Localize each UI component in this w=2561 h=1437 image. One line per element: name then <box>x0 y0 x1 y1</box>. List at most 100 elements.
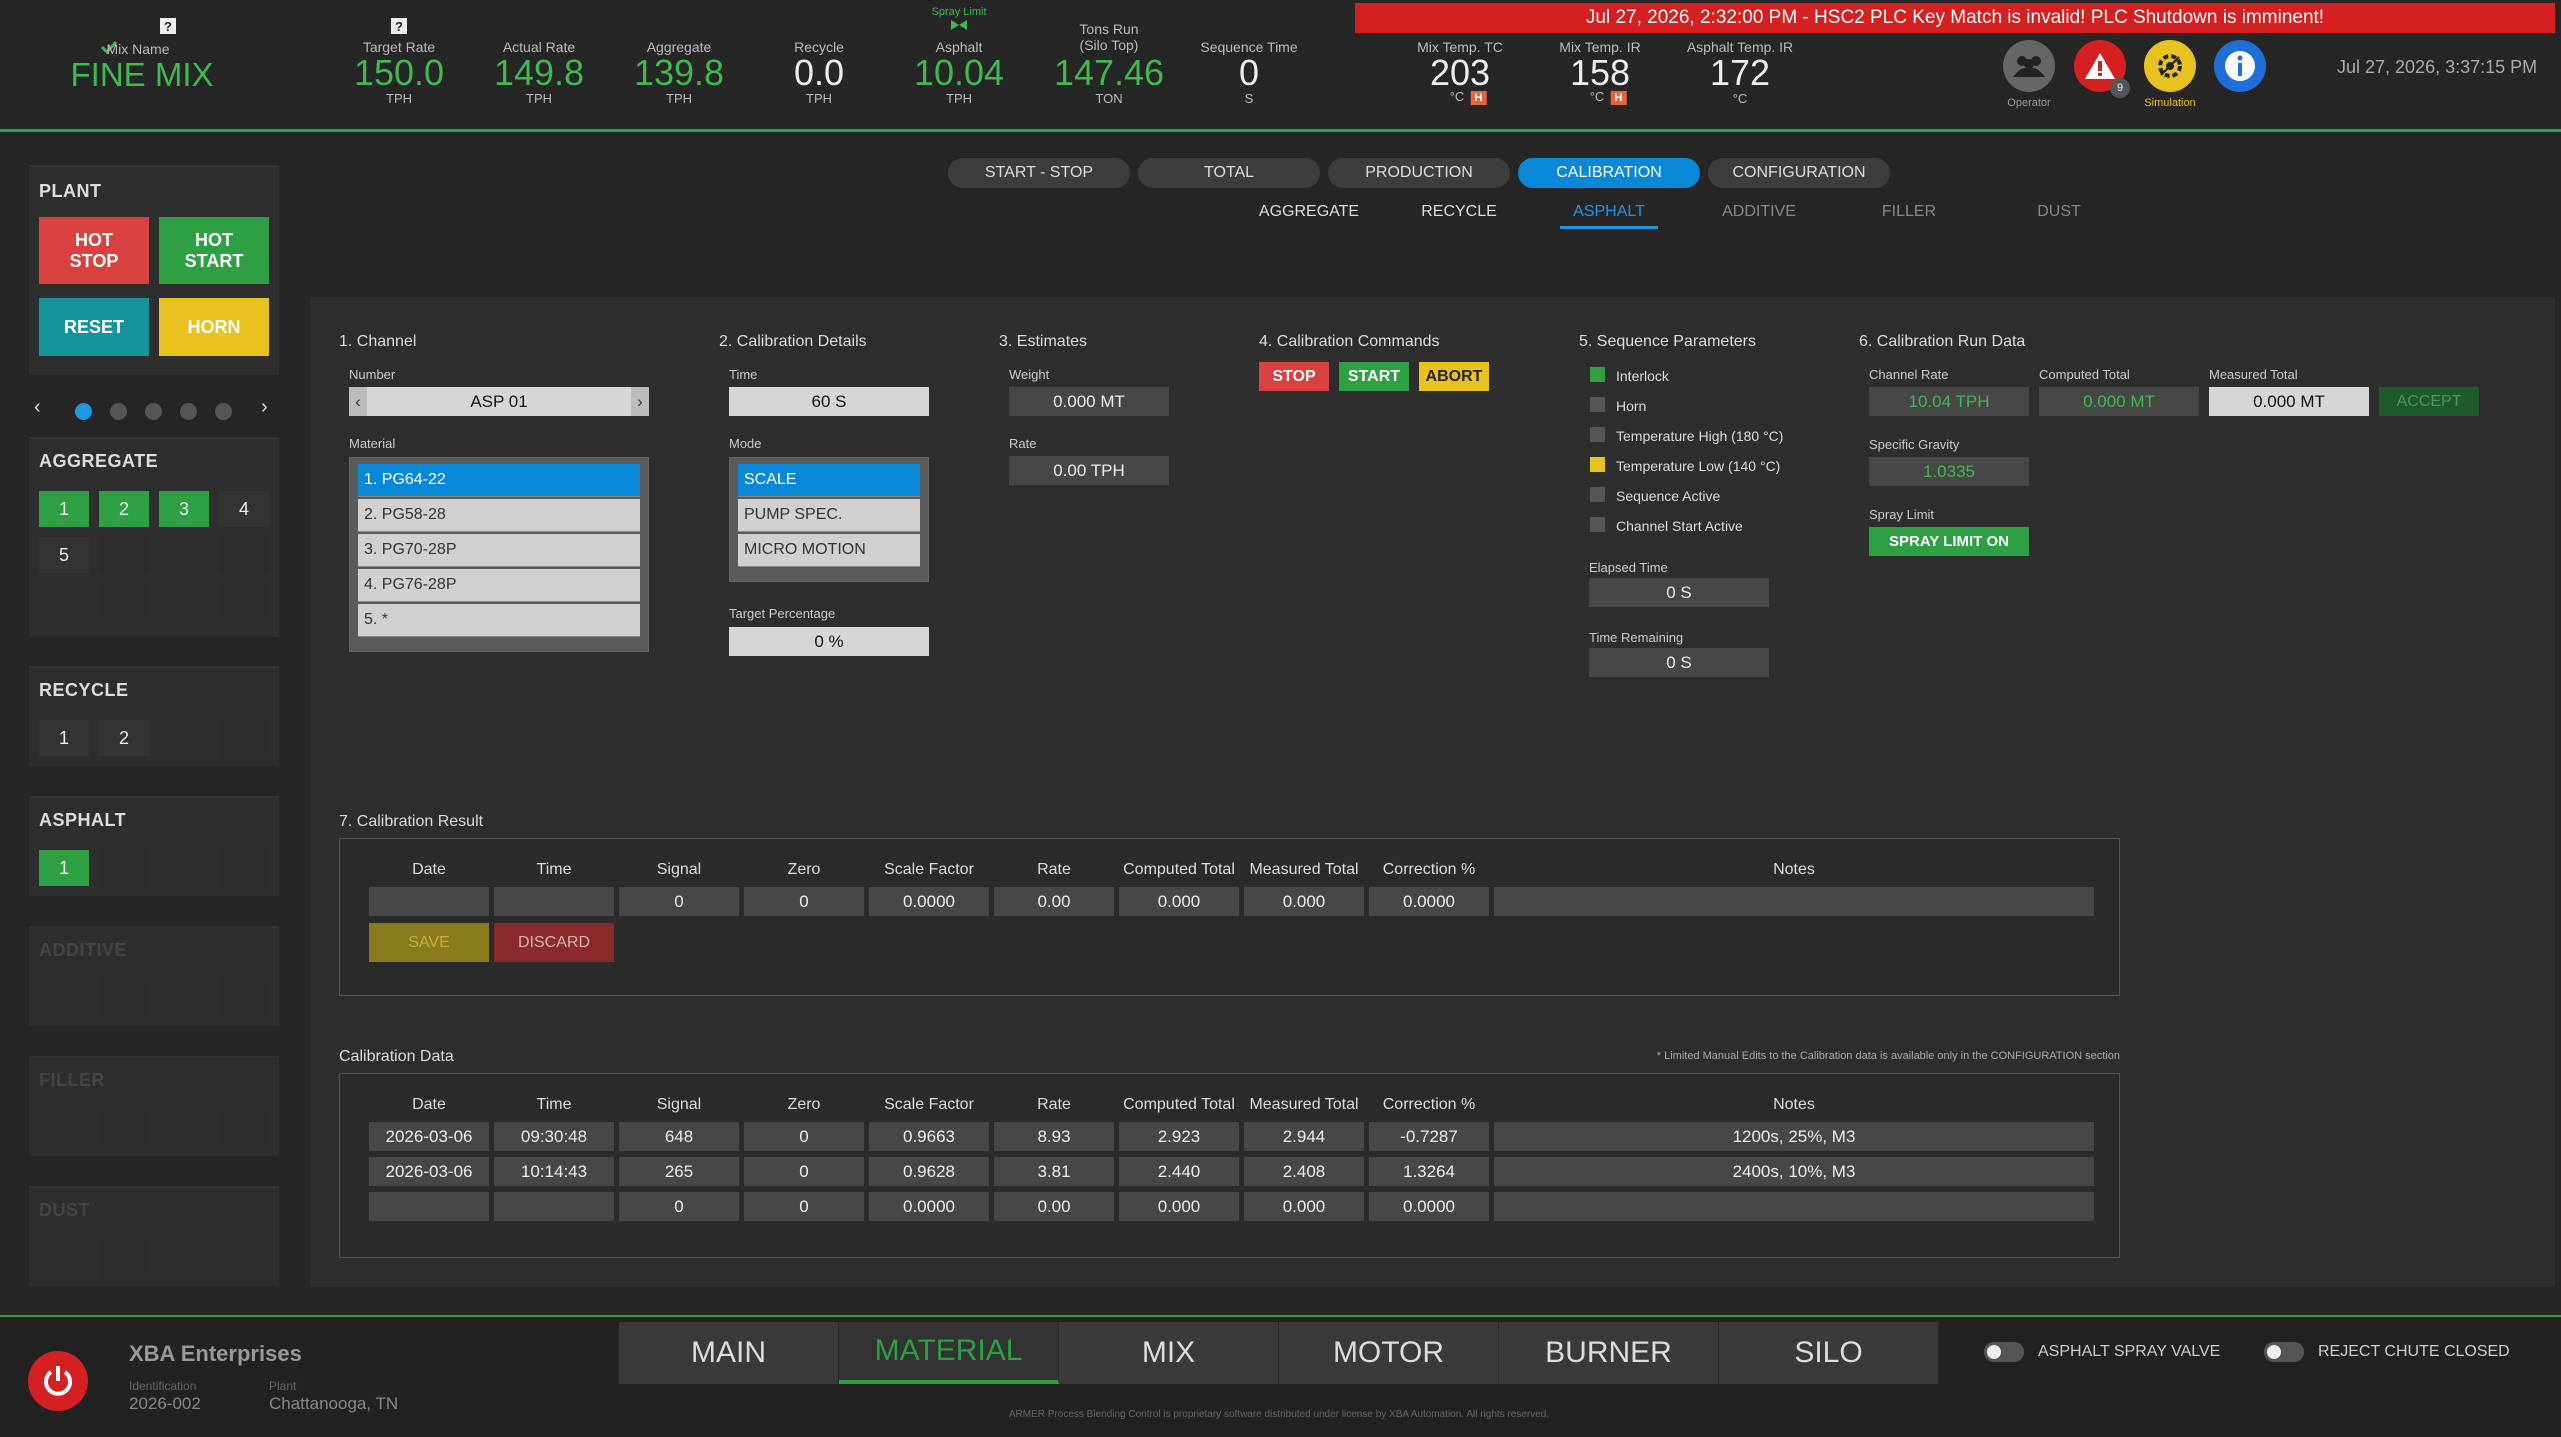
chevron-right-icon[interactable]: › <box>631 387 649 416</box>
cell-rate: 8.93 <box>994 1122 1114 1151</box>
col-header: Zero <box>787 1096 821 1113</box>
discard-button[interactable]: DISCARD <box>494 923 614 962</box>
chevron-left-icon[interactable]: ‹ <box>349 387 367 416</box>
reject-chute-toggle[interactable] <box>2264 1342 2304 1362</box>
reset-button[interactable]: RESET <box>39 298 149 356</box>
horn-button[interactable]: HORN <box>159 298 269 356</box>
aggregate-bin-4[interactable]: 4 <box>219 491 269 527</box>
cell-scale-factor: 0.9663 <box>869 1122 989 1151</box>
time-label: Time <box>729 367 758 382</box>
nav-mix[interactable]: MIX <box>1059 1322 1279 1384</box>
col-header: Signal <box>656 861 702 878</box>
metric-value: 203 <box>1429 52 1491 93</box>
nav-material[interactable]: MATERIAL <box>839 1322 1059 1384</box>
power-button[interactable] <box>28 1351 88 1411</box>
filler-bin-empty <box>39 1110 89 1146</box>
cell-computed-total: 2.440 <box>1119 1157 1239 1186</box>
asphalt-title: ASPHALT <box>39 810 127 830</box>
time-remaining-label: Time Remaining <box>1589 630 1684 645</box>
material-item[interactable]: 1. PG64-22 <box>358 464 640 497</box>
recycle-title: RECYCLE <box>39 680 129 700</box>
aggregate-bin-3[interactable]: 3 <box>159 491 209 527</box>
subtab-additive[interactable]: ADDITIVE <box>1722 203 1796 221</box>
dust-panel: DUST <box>29 1186 279 1286</box>
col-header: Rate <box>1037 861 1071 878</box>
abort-button[interactable]: ABORT <box>1419 362 1489 391</box>
cell-date: 2026-03-06 <box>369 1122 489 1151</box>
pager-dot-active[interactable] <box>75 403 92 420</box>
accept-button[interactable]: ACCEPT <box>2379 387 2479 416</box>
nav-main[interactable]: MAIN <box>619 1322 839 1384</box>
cell-time <box>494 887 614 916</box>
aggregate-bin-5[interactable]: 5 <box>39 537 89 573</box>
operator-button[interactable] <box>2003 40 2055 92</box>
additive-bin-empty <box>159 980 209 1016</box>
recycle-bin-2[interactable]: 2 <box>99 720 149 756</box>
tab-calibration[interactable]: CALIBRATION <box>1518 158 1700 188</box>
tab-configuration[interactable]: CONFIGURATION <box>1708 158 1890 188</box>
asphalt-tank-1[interactable]: 1 <box>39 850 89 886</box>
status-box <box>1590 457 1605 472</box>
start-button[interactable]: START <box>1339 362 1409 391</box>
help-icon[interactable]: ? <box>391 18 407 34</box>
info-button[interactable] <box>2214 40 2266 92</box>
mix-name[interactable]: FINE MIX <box>70 56 213 94</box>
nav-silo[interactable]: SILO <box>1719 1322 1939 1384</box>
tab-production[interactable]: PRODUCTION <box>1328 158 1510 188</box>
subtab-aggregate[interactable]: AGGREGATE <box>1259 203 1359 221</box>
cell-correction: 0.0000 <box>1369 887 1489 916</box>
subtab-filler[interactable]: FILLER <box>1882 203 1936 221</box>
material-item[interactable]: 2. PG58-28 <box>358 499 640 532</box>
measured-total-field[interactable]: 0.000 MT <box>2209 387 2369 416</box>
nav-burner[interactable]: BURNER <box>1499 1322 1719 1384</box>
estimates-title: 3. Estimates <box>999 333 1088 350</box>
hot-stop-button[interactable]: HOT STOP <box>39 217 149 284</box>
subtab-recycle[interactable]: RECYCLE <box>1421 203 1497 221</box>
nav-motor[interactable]: MOTOR <box>1279 1322 1499 1384</box>
hot-start-button[interactable]: HOT START <box>159 217 269 284</box>
elapsed-time-value: 0 S <box>1589 578 1769 607</box>
material-item[interactable]: 5. * <box>358 604 640 637</box>
stop-button[interactable]: STOP <box>1259 362 1329 391</box>
high-badge: H <box>1470 91 1487 105</box>
help-icon[interactable]: ? <box>160 18 176 34</box>
aggregate-bin-empty <box>99 537 149 573</box>
channel-number-selector[interactable]: ‹ ASP 01 › <box>349 387 649 416</box>
time-field[interactable]: 60 S <box>729 387 929 416</box>
pager-dot[interactable] <box>180 403 197 420</box>
subtab-asphalt[interactable]: ASPHALT <box>1573 203 1645 221</box>
chevron-right-icon[interactable]: › <box>261 396 268 419</box>
cell-measured-total: 0.000 <box>1244 1192 1364 1221</box>
simulation-button[interactable] <box>2144 40 2196 92</box>
cell-notes[interactable] <box>1494 887 2094 916</box>
target-percentage-field[interactable]: 0 % <box>729 627 929 656</box>
reject-chute-label: REJECT CHUTE CLOSED <box>2318 1343 2510 1360</box>
col-header: Date <box>412 861 446 878</box>
plant-label: Plant <box>269 1379 297 1393</box>
recycle-bin-1[interactable]: 1 <box>39 720 89 756</box>
mode-item[interactable]: SCALE <box>738 464 920 497</box>
subtab-dust[interactable]: DUST <box>2037 203 2081 221</box>
tab-start-stop[interactable]: START - STOP <box>948 158 1130 188</box>
chevron-left-icon[interactable]: ‹ <box>34 396 41 419</box>
pager-dot[interactable] <box>110 403 127 420</box>
metric-unit: °C <box>1732 91 1748 106</box>
metric-label: Tons Run <box>1079 21 1139 37</box>
material-item[interactable]: 3. PG70-28P <box>358 534 640 567</box>
tab-total[interactable]: TOTAL <box>1138 158 1320 188</box>
mode-item[interactable]: MICRO MOTION <box>738 534 920 567</box>
col-header: Time <box>536 1096 572 1113</box>
aggregate-bin-2[interactable]: 2 <box>99 491 149 527</box>
svg-text:?: ? <box>395 19 403 34</box>
material-item[interactable]: 4. PG76-28P <box>358 569 640 602</box>
aggregate-bin-1[interactable]: 1 <box>39 491 89 527</box>
pager-dot[interactable] <box>215 403 232 420</box>
alarm-banner[interactable]: Jul 27, 2026, 2:32:00 PM - HSC2 PLC Key … <box>1355 3 2555 33</box>
mode-item[interactable]: PUMP SPEC. <box>738 499 920 532</box>
pager-dot[interactable] <box>145 403 162 420</box>
cell-scale-factor: 0.9628 <box>869 1157 989 1186</box>
asphalt-spray-valve-toggle[interactable] <box>1984 1342 2024 1362</box>
simulation-label: Simulation <box>2144 97 2196 109</box>
bottom-bar: XBA Enterprises Identification 2026-002 … <box>0 1315 2561 1437</box>
save-button[interactable]: SAVE <box>369 923 489 962</box>
